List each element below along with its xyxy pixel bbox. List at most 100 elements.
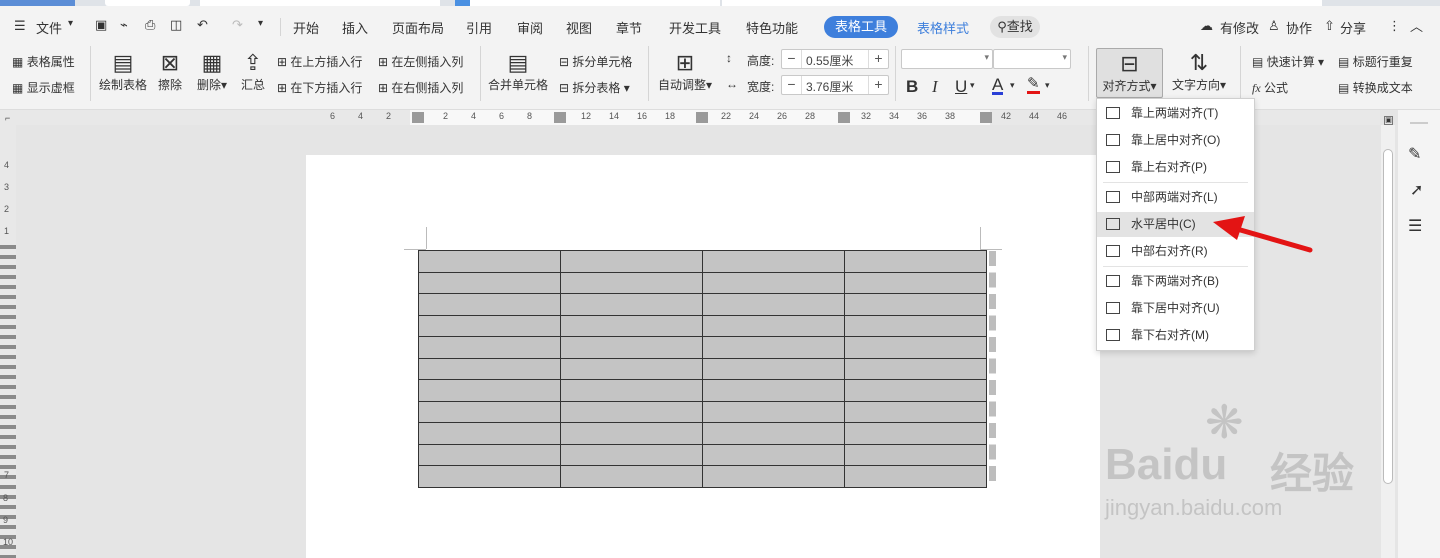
menu-item-top-justify[interactable]: 靠上两端对齐(T)	[1097, 101, 1254, 126]
table-cell[interactable]	[844, 271, 987, 294]
vertical-ruler[interactable]: 4 3 2 1 7 8 9 10	[0, 125, 16, 558]
menu-item-top-right[interactable]: 靠上右对齐(P)	[1097, 155, 1254, 180]
font-size-select[interactable]: ▾	[993, 49, 1071, 69]
table-cell[interactable]	[844, 422, 987, 445]
summary-button[interactable]: ⇪ 汇总	[241, 50, 265, 93]
title-repeat-button[interactable]: ▤ 标题行重复	[1338, 53, 1413, 70]
table-cell[interactable]	[560, 336, 703, 359]
underline-dropdown-icon[interactable]: ▾	[970, 80, 975, 91]
collab-button[interactable]: 协作	[1286, 18, 1312, 37]
table-cell[interactable]	[702, 250, 845, 273]
insert-above-button[interactable]: ⊞ 在上方插入行	[277, 53, 362, 70]
table-cell[interactable]	[418, 250, 561, 273]
highlight-icon[interactable]: ✎	[1027, 76, 1040, 94]
table-cell[interactable]	[844, 293, 987, 316]
table-cell[interactable]	[702, 271, 845, 294]
customize-icon[interactable]: ▾	[258, 18, 263, 29]
table-cell[interactable]	[418, 336, 561, 359]
italic-button[interactable]: I	[932, 77, 938, 97]
height-value[interactable]: 0.55厘米	[806, 52, 853, 69]
table-cell[interactable]	[844, 357, 987, 380]
tab-special[interactable]: 特色功能	[746, 18, 798, 37]
font-color-dropdown-icon[interactable]: ▾	[1010, 80, 1015, 91]
font-name-select[interactable]: ▾	[901, 49, 993, 69]
redo-icon[interactable]: ↷	[232, 17, 243, 33]
table-cell[interactable]	[418, 443, 561, 466]
tab-reference[interactable]: 引用	[466, 18, 492, 37]
table-cell[interactable]	[702, 336, 845, 359]
search-button[interactable]: ⚲查找	[990, 16, 1040, 38]
cloud-icon[interactable]: ☁	[1200, 18, 1213, 34]
merge-cells-button[interactable]: ▤ 合并单元格	[488, 50, 548, 93]
format-painter-icon[interactable]: ⌁	[120, 17, 128, 33]
tab-view[interactable]: 视图	[566, 18, 592, 37]
print-preview-icon[interactable]: ◫	[170, 17, 182, 33]
table-cell[interactable]	[560, 465, 703, 488]
tab-table-tools[interactable]: 表格工具	[824, 16, 898, 38]
text-direction-button[interactable]: ⇅ 文字方向▾	[1172, 50, 1226, 93]
bold-button[interactable]: B	[906, 77, 918, 97]
file-menu[interactable]: 文件	[36, 18, 62, 37]
table-cell[interactable]	[418, 400, 561, 423]
table-cell[interactable]	[560, 250, 703, 273]
tab-review[interactable]: 审阅	[517, 18, 543, 37]
highlight-dropdown-icon[interactable]: ▾	[1045, 80, 1050, 91]
table-cell[interactable]	[702, 465, 845, 488]
insert-below-button[interactable]: ⊞ 在下方插入行	[277, 79, 362, 96]
pen-icon[interactable]: ✎	[1408, 144, 1421, 164]
collapse-ribbon-icon[interactable]: ︿	[1410, 16, 1423, 35]
auto-fit-button[interactable]: ⊞ 自动调整▾	[658, 50, 712, 93]
table-cell[interactable]	[418, 422, 561, 445]
tab-page-layout[interactable]: 页面布局	[392, 18, 444, 37]
menu-item-top-center[interactable]: 靠上居中对齐(O)	[1097, 128, 1254, 153]
width-plus-button[interactable]: +	[868, 76, 888, 94]
undo-icon[interactable]: ↶	[197, 17, 208, 33]
hamburger-icon[interactable]: ☰	[14, 18, 26, 34]
insert-left-button[interactable]: ⊞ 在左侧插入列	[378, 53, 463, 70]
modified-status[interactable]: 有修改	[1220, 18, 1259, 37]
table-cell[interactable]	[560, 379, 703, 402]
document-table[interactable]	[418, 250, 987, 488]
font-color-button[interactable]: A	[992, 76, 1004, 95]
settings-sliders-icon[interactable]: ☰	[1408, 216, 1422, 236]
underline-button[interactable]: U	[955, 77, 967, 97]
width-stepper[interactable]: −3.76厘米 +	[781, 75, 889, 95]
table-cell[interactable]	[560, 314, 703, 337]
table-cell[interactable]	[844, 250, 987, 273]
tab-developer[interactable]: 开发工具	[669, 18, 721, 37]
table-cell[interactable]	[844, 314, 987, 337]
print-icon[interactable]: ⎙	[145, 17, 155, 33]
height-plus-button[interactable]: +	[868, 50, 888, 68]
width-value[interactable]: 3.76厘米	[806, 78, 853, 95]
height-stepper[interactable]: −0.55厘米 +	[781, 49, 889, 69]
table-cell[interactable]	[560, 293, 703, 316]
tab-start[interactable]: 开始	[293, 18, 319, 37]
split-table-button[interactable]: ⊟ 拆分表格 ▾	[559, 79, 630, 96]
table-cell[interactable]	[844, 336, 987, 359]
table-cell[interactable]	[702, 357, 845, 380]
table-cell[interactable]	[702, 422, 845, 445]
scroll-page-icon[interactable]: ▣	[1384, 116, 1393, 125]
save-icon[interactable]: ▣	[95, 17, 107, 33]
table-cell[interactable]	[560, 443, 703, 466]
table-cell[interactable]	[560, 357, 703, 380]
erase-button[interactable]: ⊠ 擦除	[158, 50, 182, 93]
chevron-down-icon[interactable]: ▾	[68, 18, 73, 29]
table-cell[interactable]	[702, 443, 845, 466]
table-props-button[interactable]: ▦ 表格属性	[12, 53, 75, 70]
table-cell[interactable]	[702, 314, 845, 337]
delete-button[interactable]: ▦ 删除▾	[197, 50, 227, 93]
quick-calc-button[interactable]: ▤ 快速计算 ▾	[1252, 53, 1324, 70]
split-cell-button[interactable]: ⊟ 拆分单元格	[559, 53, 632, 70]
table-cell[interactable]	[702, 400, 845, 423]
table-cell[interactable]	[702, 379, 845, 402]
table-cell[interactable]	[844, 400, 987, 423]
table-cell[interactable]	[560, 422, 703, 445]
width-minus-button[interactable]: −	[782, 76, 802, 94]
user-icon[interactable]: ♙	[1268, 18, 1280, 34]
formula-button[interactable]: fx 公式	[1252, 79, 1288, 96]
table-cell[interactable]	[418, 379, 561, 402]
menu-item-middle-justify[interactable]: 中部两端对齐(L)	[1097, 185, 1254, 210]
height-minus-button[interactable]: −	[782, 50, 802, 68]
tab-chapter[interactable]: 章节	[616, 18, 642, 37]
